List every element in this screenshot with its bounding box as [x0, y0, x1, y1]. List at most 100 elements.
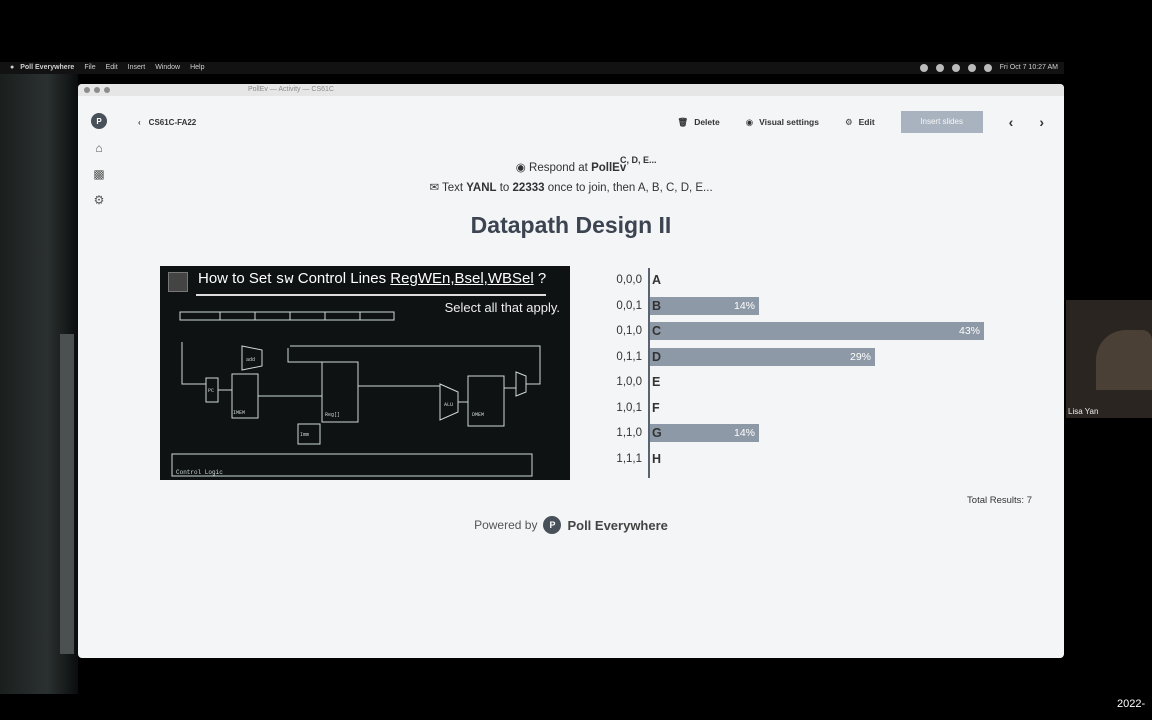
sms-icon: ✉: [429, 182, 439, 194]
chart-option-letter: C: [652, 324, 662, 338]
chevron-left-icon: ‹: [138, 117, 141, 127]
breadcrumb-back[interactable]: ‹ CS61C-FA22: [138, 118, 196, 127]
menu-edit[interactable]: Edit: [106, 62, 118, 74]
breadcrumb-label: CS61C-FA22: [148, 117, 197, 127]
question-slide-image: How to Set sw Control Lines RegWEn,Bsel,…: [160, 266, 570, 480]
chart-row: 1,0,0 E: [598, 372, 1038, 392]
background-window-edge: [60, 334, 74, 654]
insert-slides-button[interactable]: Insert slides: [900, 111, 983, 133]
text-to: to: [499, 182, 510, 194]
chart-option-letter: E: [652, 375, 661, 389]
menu-file[interactable]: File: [84, 62, 95, 74]
next-slide-arrow-icon[interactable]: ›: [1039, 114, 1044, 130]
chart-category-label: 1,0,0: [616, 376, 642, 388]
svg-text:ALU: ALU: [444, 402, 453, 408]
top-navigation: ‹ CS61C-FA22 🗑 Delete ◉ Visual settings …: [138, 111, 1044, 133]
chart-value-label: 29%: [849, 350, 871, 363]
menu-window[interactable]: Window: [155, 62, 180, 74]
chart-option-letter: H: [652, 451, 662, 466]
text-code: YANL: [466, 182, 497, 194]
polleverywhere-logo-icon[interactable]: P: [91, 113, 107, 129]
svg-text:PC: PC: [208, 388, 214, 394]
chart-option-letter: D: [652, 349, 662, 364]
window-titlebar: PollEv — Activity — CS61C: [78, 84, 1064, 96]
datapath-diagram: IMEM Reg[] DMEM ALU Imm PC add Control L…: [171, 311, 541, 477]
chart-category-label: 0,0,0: [616, 274, 642, 286]
respond-text-line: ✉ Text YANL to 22333 once to join, then …: [78, 178, 1064, 198]
polleverywhere-logo-icon: P: [543, 516, 562, 534]
svg-text:DMEM: DMEM: [472, 412, 484, 418]
desktop-wallpaper: [0, 74, 78, 694]
chart-category-label: 1,1,1: [616, 452, 642, 465]
powered-by-footer: Powered by P Poll Everywhere: [78, 516, 1064, 534]
webcam-thumbnail[interactable]: Lisa Yan: [1066, 300, 1152, 418]
globe-icon: ◉: [515, 162, 526, 174]
presenter-video: [1096, 330, 1152, 390]
chart-category-label: 0,0,1: [616, 299, 642, 312]
svg-text:Reg[]: Reg[]: [325, 412, 340, 418]
chart-value-label: 43%: [958, 325, 980, 337]
zoom-window-button[interactable]: [104, 87, 110, 93]
menu-insert[interactable]: Insert: [128, 62, 146, 74]
powered-by-brand[interactable]: Poll Everywhere: [567, 518, 667, 533]
chart-row: 1,1,0 14% G: [598, 423, 1038, 443]
visual-settings-label: Visual settings: [759, 117, 819, 127]
poll-title: Datapath Design II: [470, 212, 672, 238]
edit-button[interactable]: ⚙ Edit: [845, 117, 875, 128]
app-window: PollEv — Activity — CS61C P ⌂ ▩ ⚙ ‹ CS61…: [78, 84, 1064, 658]
palette-icon: ◉: [745, 116, 754, 127]
chart-option-letter: F: [652, 400, 660, 415]
text-suffix: once to join, then A, B, C, D, E...: [547, 182, 713, 194]
chart-row: 0,1,0 43% C: [598, 321, 1038, 341]
close-window-button[interactable]: [84, 87, 90, 93]
chart-option-letter: B: [652, 298, 662, 313]
chart-option-letter: G: [652, 426, 662, 440]
status-icon[interactable]: [919, 64, 928, 72]
svg-text:IMEM: IMEM: [233, 410, 245, 416]
date-fragment: 2022-: [1117, 698, 1146, 710]
delete-button[interactable]: 🗑 Delete: [677, 117, 719, 128]
menubar-clock[interactable]: Fri Oct 7 10:27 AM: [1000, 62, 1058, 74]
window-title: PollEv — Activity — CS61C: [248, 86, 334, 93]
svg-text:add: add: [246, 357, 255, 363]
chart-option-letter: A: [652, 273, 662, 287]
menubar: ● Poll Everywhere File Edit Insert Windo…: [0, 62, 1064, 74]
chart-value-label: 14%: [733, 299, 755, 312]
svg-text:Imm: Imm: [300, 432, 309, 438]
chart-category-label: 1,0,1: [616, 401, 642, 414]
search-icon[interactable]: [983, 64, 992, 72]
powered-by-label: Powered by: [474, 518, 538, 532]
chart-category-label: 1,1,0: [616, 427, 642, 439]
gear-icon: ⚙: [844, 116, 853, 127]
previous-slide-arrow-icon[interactable]: ‹: [1009, 114, 1014, 130]
answer-letters-overlay: C, D, E...: [620, 155, 657, 165]
wifi-icon[interactable]: [967, 64, 976, 72]
status-icon[interactable]: [951, 64, 960, 72]
chart-row: 0,1,1 29% D: [598, 347, 1038, 367]
apple-icon[interactable]: ●: [10, 62, 14, 74]
chart-row: 0,0,1 14% B: [598, 296, 1038, 316]
text-prefix: Text: [441, 182, 464, 194]
webcam-name: Lisa Yan: [1068, 407, 1099, 416]
status-icon[interactable]: [935, 64, 944, 72]
menu-app-name[interactable]: Poll Everywhere: [20, 62, 74, 74]
results-bar-chart: 0,0,0 A 0,0,1 14% B 0,1,0 43% C 0,1,1 29% D 1,0,0 E 1…: [598, 264, 1038, 482]
chart-row: 1,1,1 H: [598, 449, 1038, 469]
chart-row: 1,0,1 F: [598, 398, 1038, 418]
slide-footer: Control Logic: [176, 469, 223, 476]
home-icon[interactable]: ⌂: [91, 140, 107, 156]
text-number: 22333: [512, 182, 545, 194]
chart-value-label: 14%: [733, 427, 755, 439]
chart-category-label: 0,1,0: [616, 325, 642, 337]
edit-label: Edit: [858, 117, 875, 127]
menu-help[interactable]: Help: [190, 62, 204, 74]
chart-row: 0,0,0 A: [598, 270, 1038, 290]
visual-settings-button[interactable]: ◉ Visual settings: [746, 117, 819, 128]
minimize-window-button[interactable]: [94, 87, 100, 93]
respond-prefix: Respond at: [529, 162, 588, 174]
chart-category-label: 0,1,1: [616, 350, 642, 363]
trash-icon: 🗑: [677, 116, 689, 127]
respond-web-line: ◉ Respond at PollEv: [78, 158, 1064, 178]
delete-label: Delete: [694, 117, 720, 127]
total-results: Total Results: 7: [967, 495, 1032, 506]
